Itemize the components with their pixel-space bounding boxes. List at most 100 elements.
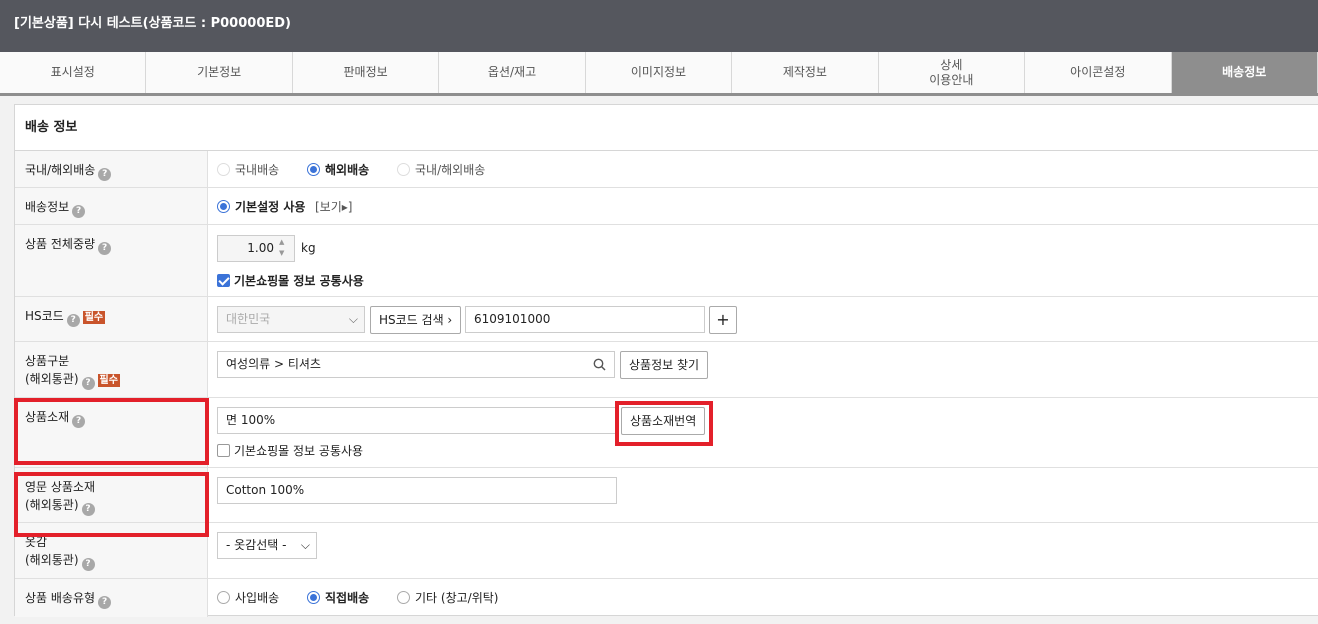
select-text: - 옷감선택 - [226,538,287,552]
row-weight: 상품 전체중량? 1.00 ▲ ▼ kg 기본쇼핑몰 정보 공통사용 [15,225,1318,297]
radio-label: 기타 (창고/위탁) [415,591,499,605]
tab-detail-guide[interactable]: 상세 이용안내 [878,52,1026,93]
radio-circle[interactable] [307,163,320,176]
value-material-en: Cotton 100% [217,468,1318,522]
checkbox-label: 기본쇼핑몰 정보 공통사용 [234,444,364,458]
row-hscode: HS코드? 필수 대한민국 ⌵ HS코드 검색 › 6109101000 + [15,297,1318,342]
help-icon[interactable]: ? [72,205,86,218]
label-shipping-info: 배송정보? [15,188,208,224]
label-text: HS코드 [25,309,64,323]
label-text: 상품 전체중량 [25,237,96,251]
help-icon[interactable]: ? [81,558,95,571]
radio-label: 국내배송 [235,163,280,177]
label-weight: 상품 전체중량? [15,225,208,296]
label-text: 배송정보 [25,200,70,214]
radio-circle[interactable] [217,591,230,604]
row-shipping-info: 배송정보? 기본설정 사용 [보기▸] [15,188,1318,225]
chevron-down-icon: ⌵ [348,312,358,326]
label-ship-type: 상품 배송유형? [15,579,208,617]
tab-production-info[interactable]: 제작정보 [732,52,879,93]
search-icon[interactable] [593,358,606,371]
tab-icon-settings[interactable]: 아이콘설정 [1025,52,1172,93]
row-delivery-scope: 국내/해외배송? 국내배송 해외배송 국내/해외배송 [15,151,1318,188]
label-text: 상품 배송유형 [25,591,96,605]
radio-label: 해외배송 [325,163,370,177]
shipping-panel: 배송 정보 국내/해외배송? 국내배송 해외배송 국내/해외배송 배송정보? 기… [14,104,1318,617]
select-text: 대한민국 [226,312,271,326]
input-text: 여성의류 > 티셔츠 [226,357,321,371]
row-fabric: 옷감 (해외통관)? - 옷감선택 - ⌵ [15,523,1318,579]
radio-direct-ship[interactable]: 직접배송 [307,579,369,617]
radio-overseas[interactable]: 해외배송 [307,151,369,189]
radio-other-ship[interactable]: 기타 (창고/위탁) [397,579,498,617]
help-icon[interactable]: ? [81,377,95,390]
tab-shipping-info[interactable]: 배송정보 [1171,52,1318,93]
section-title: 배송 정보 [15,105,1318,151]
row-category: 상품구분 (해외통관)? 필수 여성의류 > 티셔츠 상품정보 찾기 [15,342,1318,398]
required-badge: 필수 [97,374,120,387]
hscode-input[interactable]: 6109101000 [465,306,705,333]
required-badge: 필수 [82,311,106,324]
add-hscode-button[interactable]: + [709,306,737,334]
weight-unit: kg [301,241,316,255]
radio-default-settings[interactable]: 기본설정 사용 [217,188,305,226]
country-select[interactable]: 대한민국 ⌵ [217,306,365,333]
checkbox-box[interactable] [217,274,230,287]
tab-image-info[interactable]: 이미지정보 [585,52,733,93]
value-ship-type: 사입배송 직접배송 기타 (창고/위탁) [217,579,1318,617]
row-material-en: 영문 상품소재 (해외통관)? Cotton 100% [15,468,1318,523]
label-text: 국내/해외배송 [25,163,96,177]
fabric-select[interactable]: - 옷감선택 - ⌵ [217,532,317,559]
view-link[interactable]: [보기▸] [315,188,352,226]
row-ship-type: 상품 배송유형? 사입배송 직접배송 기타 (창고/위탁) [15,579,1318,617]
radio-circle [397,163,410,176]
radio-domestic: 국내배송 [217,151,279,189]
radio-circle [217,163,230,176]
value-delivery-scope: 국내배송 해외배송 국내/해외배송 [217,151,1318,187]
radio-label: 직접배송 [325,591,370,605]
radio-label: 기본설정 사용 [235,200,306,214]
material-input[interactable]: 면 100% [217,407,617,434]
checkbox-label: 기본쇼핑몰 정보 공통사용 [234,274,364,288]
radio-purchase-ship[interactable]: 사입배송 [217,579,279,617]
radio-circle[interactable] [397,591,410,604]
checkbox-box[interactable] [217,444,230,457]
tab-bar: 표시설정 기본정보 판매정보 옵션/재고 이미지정보 제작정보 상세 이용안내 … [0,52,1318,96]
tab-sales-info[interactable]: 판매정보 [292,52,440,93]
stepper-icon[interactable]: ▲ ▼ [279,237,284,259]
help-icon[interactable]: ? [98,242,112,255]
radio-circle[interactable] [307,591,320,604]
weight-common-checkbox[interactable]: 기본쇼핑몰 정보 공통사용 [217,272,364,289]
label-category: 상품구분 (해외통관)? 필수 [15,342,208,397]
highlight-box-material-en-label [14,472,209,537]
value-hscode: 대한민국 ⌵ HS코드 검색 › 6109101000 + [217,297,1318,341]
help-icon[interactable]: ? [66,314,80,327]
highlight-box-material-label [14,398,209,465]
label-hscode: HS코드? 필수 [15,297,208,341]
help-icon[interactable]: ? [98,596,112,609]
radio-label: 국내/해외배송 [415,163,486,177]
value-fabric: - 옷감선택 - ⌵ [217,523,1318,578]
label-subtext: (해외통관) [25,372,79,386]
help-icon[interactable]: ? [98,168,112,181]
value-shipping-info: 기본설정 사용 [보기▸] [217,188,1318,224]
radio-circle[interactable] [217,200,230,213]
label-subtext: (해외통관) [25,553,79,567]
chevron-down-icon: ⌵ [300,538,310,552]
window-title: [기본상품] 다시 테스트(상품코드 : P00000ED) [0,0,1318,52]
value-weight: 1.00 ▲ ▼ kg 기본쇼핑몰 정보 공통사용 [217,225,1318,296]
value-category: 여성의류 > 티셔츠 상품정보 찾기 [217,342,1318,397]
find-product-info-button[interactable]: 상품정보 찾기 [620,351,709,379]
material-en-input[interactable]: Cotton 100% [217,477,617,504]
hscode-search-button[interactable]: HS코드 검색 › [370,306,462,334]
material-common-checkbox[interactable]: 기본쇼핑몰 정보 공통사용 [217,442,363,459]
label-text: 옷감 [25,535,48,549]
tab-options-stock[interactable]: 옵션/재고 [439,52,586,93]
label-delivery-scope: 국내/해외배송? [15,151,208,187]
category-input[interactable]: 여성의류 > 티셔츠 [217,351,615,378]
tab-basic-info[interactable]: 기본정보 [146,52,293,93]
label-text: 상품구분 [25,354,70,368]
radio-label: 사입배송 [235,591,280,605]
highlight-box-translate-button [615,401,713,446]
tab-display-settings[interactable]: 표시설정 [0,52,147,93]
